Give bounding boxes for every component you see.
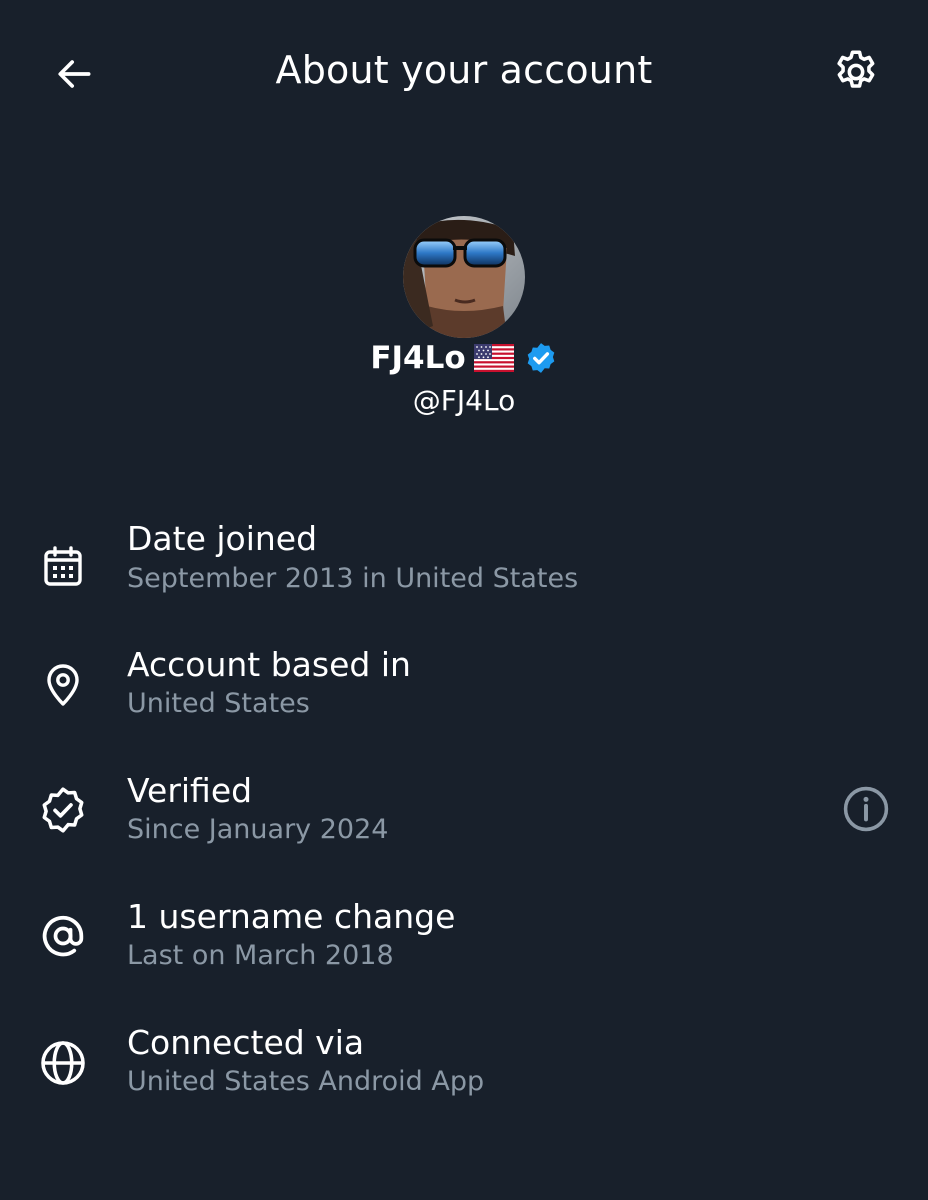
avatar[interactable] [403, 216, 525, 338]
info-title: Verified [127, 771, 253, 810]
info-item-username-change: 1 username change Last on March 2018 [0, 890, 928, 1000]
info-icon [843, 786, 889, 832]
info-item-account-based-in: Account based in United States [0, 638, 928, 748]
at-sign-icon [36, 909, 90, 963]
info-item-date-joined: Date joined September 2013 in United Sta… [0, 512, 928, 622]
info-title: 1 username change [127, 897, 456, 936]
location-pin-icon [36, 658, 90, 712]
verified-outline-icon [36, 783, 90, 837]
info-title: Account based in [127, 645, 411, 684]
us-flag-icon [473, 344, 514, 372]
info-subtitle: Since January 2024 [127, 814, 389, 845]
info-item-connected-via: Connected via United States Android App [0, 1016, 928, 1126]
info-subtitle: September 2013 in United States [127, 563, 579, 594]
verified-info-button[interactable] [838, 781, 894, 837]
info-subtitle: United States [127, 688, 310, 719]
info-item-verified: Verified Since January 2024 [0, 764, 928, 874]
settings-button[interactable] [826, 42, 886, 102]
display-name-row: FJ4Lo [0, 340, 928, 376]
verified-badge-icon [527, 343, 554, 373]
top-app-bar: About your account [0, 0, 928, 146]
info-title: Date joined [127, 519, 318, 558]
page-title: About your account [275, 48, 653, 92]
avatar-photo [403, 216, 525, 338]
about-account-screen: About your account FJ4Lo @FJ4Lo Date joi… [0, 0, 928, 1200]
gear-icon [837, 50, 875, 88]
info-title: Connected via [127, 1023, 365, 1062]
calendar-icon [36, 540, 90, 594]
globe-icon [36, 1036, 90, 1090]
user-handle: @FJ4Lo [412, 384, 516, 417]
display-name: FJ4Lo [370, 340, 466, 376]
info-subtitle: Last on March 2018 [127, 940, 394, 971]
info-subtitle: United States Android App [127, 1066, 485, 1097]
